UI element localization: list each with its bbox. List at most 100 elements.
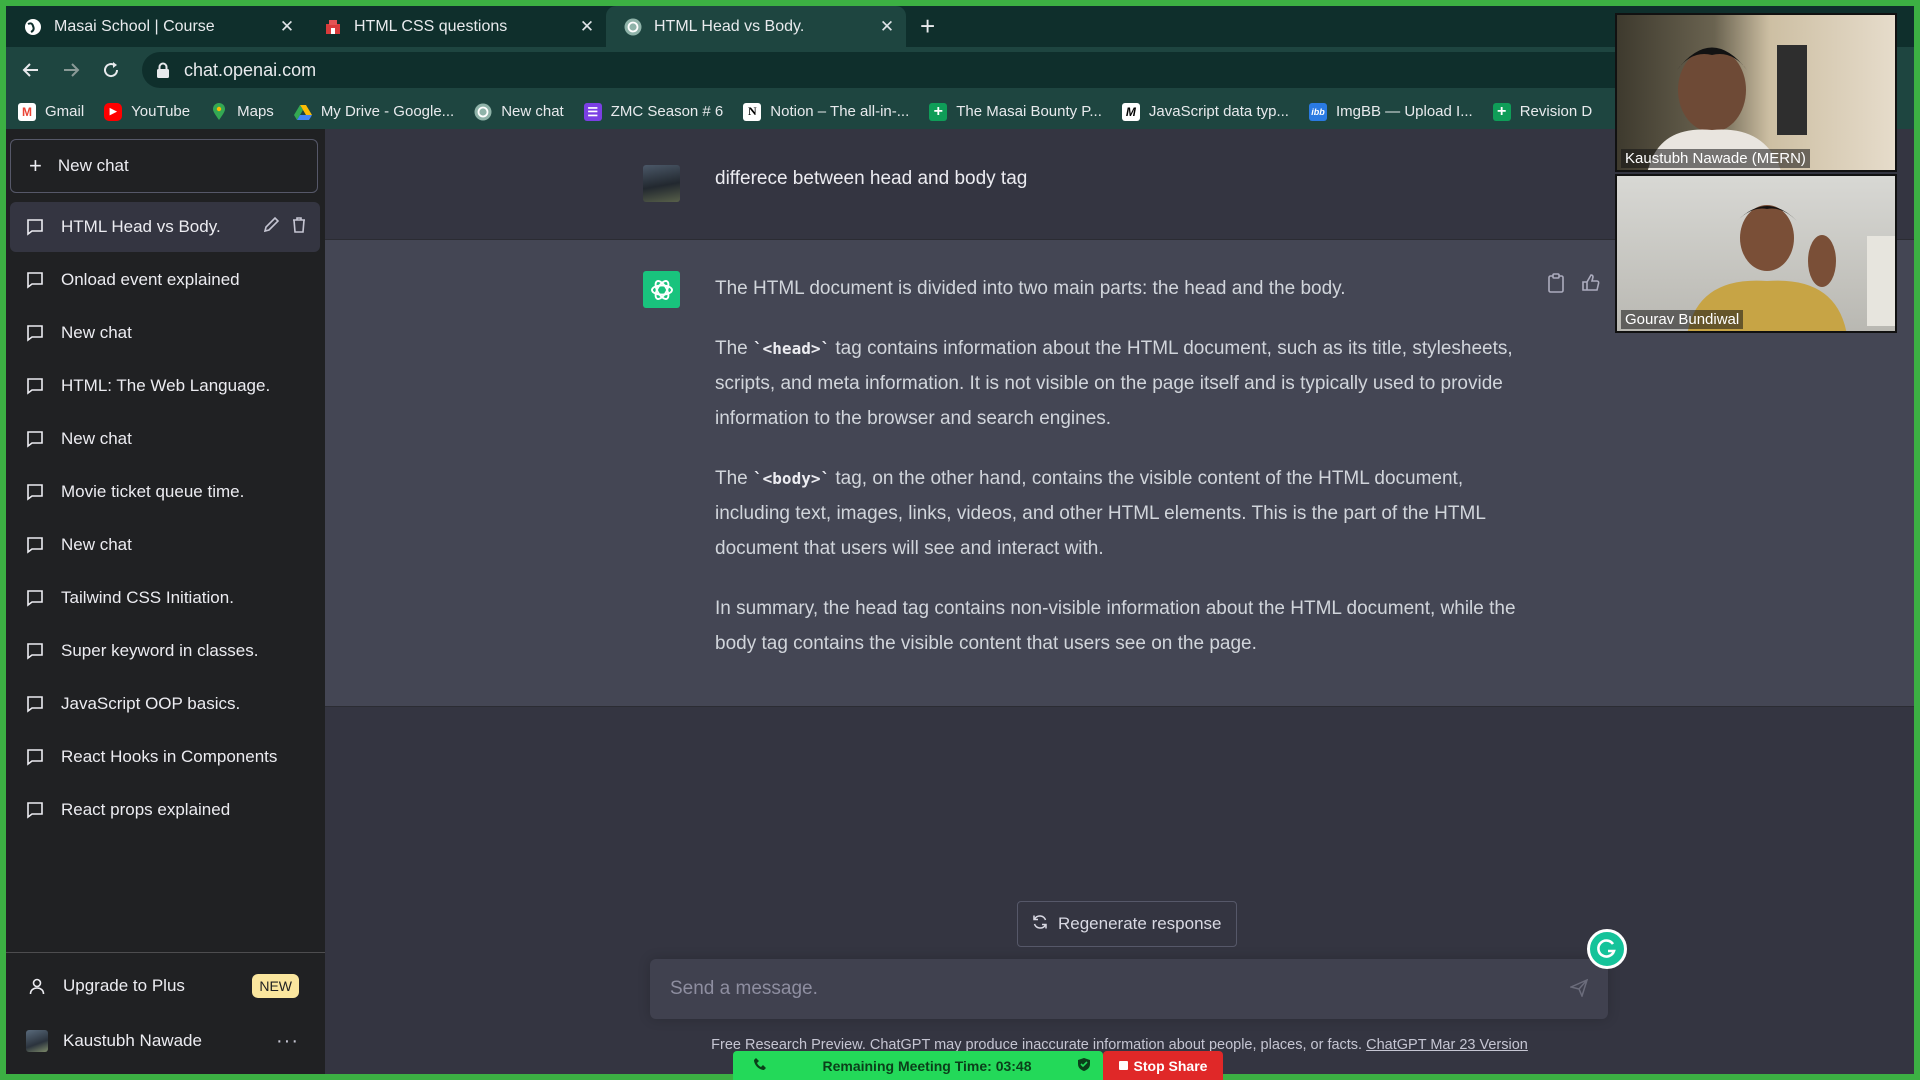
user-menu[interactable]: Kaustubh Nawade ··· [6,1016,325,1066]
drive-icon [293,103,312,121]
assistant-message: The HTML document is divided into two ma… [715,271,1535,686]
tab-title: HTML Head vs Body. [654,17,805,35]
bookmark-imgbb[interactable]: ibb ImgBB — Upload I... [1308,102,1473,121]
openai-icon [624,18,642,36]
answer-paragraph: The `<body>` tag, on the other hand, con… [715,468,1486,559]
tab-html-css-questions[interactable]: HTML CSS questions ✕ [306,6,606,47]
message-input[interactable] [668,977,1552,1001]
history-item[interactable]: New chat [10,414,320,464]
history-item[interactable]: HTML Head vs Body. [10,202,320,252]
tab-html-head-vs-body[interactable]: HTML Head vs Body. ✕ [606,6,906,47]
video-tile-participant[interactable]: Kaustubh Nawade (MERN) [1615,13,1897,172]
version-link[interactable]: ChatGPT Mar 23 Version [1366,1037,1528,1053]
bookmark-masai-bounty[interactable]: + The Masai Bounty P... [929,102,1102,121]
history-item-label: Tailwind CSS Initiation. [61,588,234,607]
grammarly-icon[interactable] [1587,929,1627,969]
chat-bubble-icon [26,271,44,289]
history-item[interactable]: Movie ticket queue time. [10,467,320,517]
chat-bubble-icon [26,801,44,819]
list-icon: ☰ [583,102,602,121]
thumbs-up-icon[interactable] [1581,273,1601,298]
video-tile-participant[interactable]: Gourav Bundiwal [1615,174,1897,333]
bookmark-label: My Drive - Google... [320,103,455,120]
bookmark-javascript[interactable]: M JavaScript data typ... [1121,102,1289,121]
send-icon[interactable] [1568,978,1589,1002]
forward-arrow-icon[interactable] [58,57,84,83]
chat-bubble-icon [26,536,44,554]
bookmark-revision[interactable]: + Revision D [1492,102,1592,121]
bookmark-label: Gmail [45,103,85,120]
history-item-label: New chat [61,323,132,342]
bookmark-zmc[interactable]: ☰ ZMC Season # 6 [583,102,724,121]
chat-bubble-icon [26,483,44,501]
tab-title: Masai School | Course [54,17,215,35]
tab-title: HTML CSS questions [354,17,508,35]
bookmark-notion[interactable]: N Notion – The all-in-... [743,102,909,121]
history-item-label: JavaScript OOP basics. [61,694,241,713]
clipboard-icon[interactable] [1547,273,1565,298]
bookmark-label: The Masai Bounty P... [956,103,1102,120]
history-item[interactable]: React Hooks in Components [10,732,320,782]
back-arrow-icon[interactable] [18,57,44,83]
stop-share-label: Stop Share [1133,1057,1208,1074]
bookmark-label: Maps [237,103,274,120]
history-item[interactable]: Super keyword in classes. [10,626,320,676]
bookmark-maps[interactable]: Maps [210,102,274,121]
bookmark-gmail[interactable]: M Gmail [18,102,85,121]
phone-icon [753,1057,767,1074]
edit-icon[interactable] [262,216,280,239]
sidebar: + New chat HTML Head vs Body. Onload eve… [6,129,325,1074]
m-icon: M [1121,102,1140,121]
bookmark-label: ZMC Season # 6 [610,103,724,120]
regenerate-response-button[interactable]: Regenerate response [1017,901,1237,947]
openai-icon [474,103,492,121]
close-tab-icon[interactable]: ✕ [576,17,598,37]
tab-masai-school[interactable]: Masai School | Course ✕ [6,6,306,47]
inline-code: `<body>` [753,469,831,488]
chat-bubble-icon [26,748,44,766]
remaining-time: Remaining Meeting Time: 03:48 [822,1057,1032,1074]
history-item-label: Movie ticket queue time. [61,482,245,501]
upgrade-to-plus-button[interactable]: Upgrade to Plus NEW [6,961,325,1011]
new-tab-button[interactable]: + [920,12,935,40]
more-options-icon[interactable]: ··· [276,1030,299,1053]
new-chat-button[interactable]: + New chat [10,139,318,193]
notion-icon: N [743,102,762,121]
history-item-label: Super keyword in classes. [61,641,259,660]
chat-bubble-icon [26,589,44,607]
refresh-icon [1032,914,1048,935]
history-item[interactable]: New chat [10,308,320,358]
trash-icon[interactable] [290,216,308,239]
answer-paragraph: In summary, the head tag contains non-vi… [715,598,1516,654]
bookmark-label: YouTube [131,103,191,120]
answer-paragraph: The `<head>` tag contains information ab… [715,338,1513,429]
screen-frame: Masai School | Course ✕ HTML CSS questio… [6,6,1914,1074]
bookmark-new-chat[interactable]: New chat [474,103,564,121]
bookmark-drive[interactable]: My Drive - Google... [293,103,455,121]
reload-icon[interactable] [98,57,124,83]
message-composer [650,959,1608,1019]
user-icon [26,977,48,995]
history-item[interactable]: HTML: The Web Language. [10,361,320,411]
history-item[interactable]: JavaScript OOP basics. [10,679,320,729]
stop-icon [1118,1061,1128,1070]
history-item-label: New chat [61,429,132,448]
chat-bubble-icon [26,642,44,660]
maps-icon [210,102,228,121]
history-item-label: Onload event explained [61,270,240,289]
chat-bubble-icon [26,695,44,713]
upgrade-label: Upgrade to Plus [63,976,185,995]
plus-icon: + [929,102,948,121]
close-tab-icon[interactable]: ✕ [276,17,298,37]
history-item[interactable]: Onload event explained [10,255,320,305]
building-icon [324,18,342,36]
history-item[interactable]: Tailwind CSS Initiation. [10,573,320,623]
inline-code: `<head>` [753,339,831,358]
history-item[interactable]: React props explained [10,785,320,835]
stop-share-button[interactable]: Stop Share [1103,1051,1223,1080]
history-item[interactable]: New chat [10,520,320,570]
address-bar[interactable]: chat.openai.com [142,52,1842,88]
close-tab-icon[interactable]: ✕ [876,17,898,37]
history-item-label: React props explained [61,800,231,819]
bookmark-youtube[interactable]: ▶ YouTube [104,102,191,121]
